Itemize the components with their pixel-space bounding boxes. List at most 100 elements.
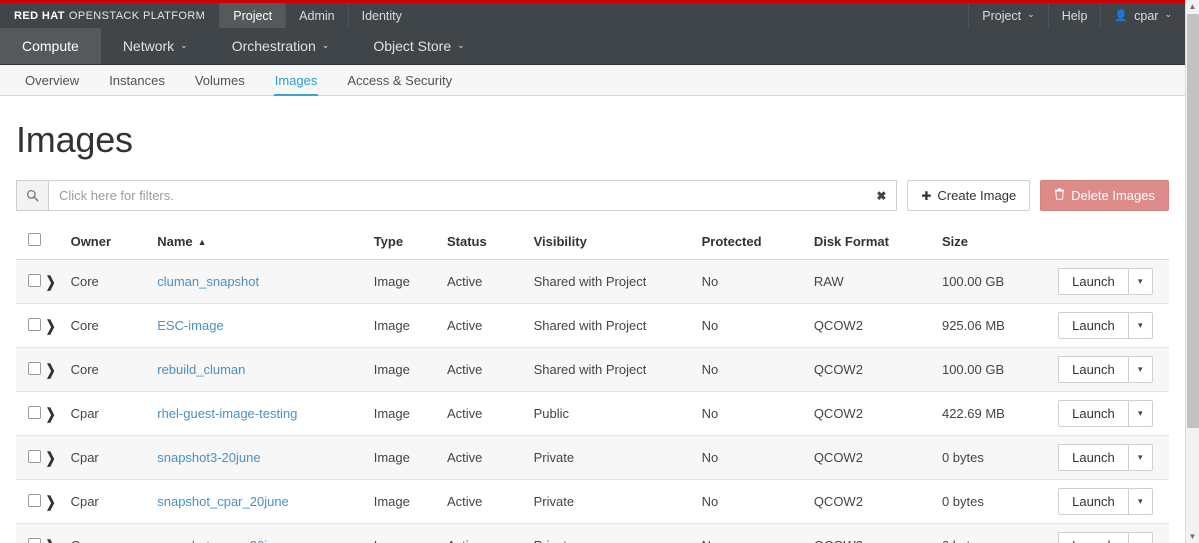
chevron-right-icon[interactable]: ❯ xyxy=(46,317,56,335)
cell-status: Active xyxy=(447,303,534,348)
help-link[interactable]: Help xyxy=(1047,3,1101,28)
column-header-owner[interactable]: Owner xyxy=(70,227,158,260)
column-header-protected[interactable]: Protected xyxy=(701,227,814,260)
nav-item-compute-label: Compute xyxy=(22,38,79,54)
nav-item-object-store[interactable]: Object Store ⌄ xyxy=(351,28,486,64)
launch-split-button[interactable]: Launch▾ xyxy=(1058,312,1153,339)
launch-dropdown-caret-icon[interactable]: ▾ xyxy=(1127,357,1152,382)
launch-button[interactable]: Launch xyxy=(1059,313,1128,338)
row-checkbox[interactable] xyxy=(28,317,41,331)
image-name-link[interactable]: rhel-guest-image-testing xyxy=(157,406,297,421)
chevron-right-icon[interactable]: ❯ xyxy=(46,361,56,379)
brand-openstack-text: OPENSTACK PLATFORM xyxy=(68,9,206,22)
topnav-item-identity[interactable]: Identity xyxy=(347,3,415,28)
subnav-item-instances[interactable]: Instances xyxy=(94,65,180,95)
row-checkbox[interactable] xyxy=(28,493,41,507)
launch-button[interactable]: Launch xyxy=(1059,269,1128,294)
nav-item-network[interactable]: Network ⌄ xyxy=(101,28,210,64)
chevron-right-icon[interactable]: ❯ xyxy=(46,405,56,423)
scroll-down-icon[interactable]: ▼ xyxy=(1186,530,1199,543)
launch-split-button[interactable]: Launch▾ xyxy=(1058,532,1153,543)
cell-name: rhel-guest-image-testing xyxy=(157,391,374,436)
launch-split-button[interactable]: Launch▾ xyxy=(1058,268,1153,295)
launch-dropdown-caret-icon[interactable]: ▾ xyxy=(1127,401,1152,426)
image-name-link[interactable]: rebuild_cluman xyxy=(157,362,245,377)
column-header-visibility[interactable]: Visibility xyxy=(533,227,702,260)
table-row[interactable]: ❯ Core cluman_snapshot Image Active Shared wi… xyxy=(16,259,1169,304)
launch-dropdown-caret-icon[interactable]: ▾ xyxy=(1127,313,1152,338)
launch-dropdown-caret-icon[interactable]: ▾ xyxy=(1127,489,1152,514)
top-bar-right-group: Project ⌄ Help 👤 cpar ⌄ xyxy=(968,3,1185,28)
create-image-button[interactable]: ✚ Create Image xyxy=(907,180,1031,211)
clear-search-icon[interactable]: ✖ xyxy=(866,181,896,210)
plus-icon: ✚ xyxy=(921,188,932,203)
launch-button[interactable]: Launch xyxy=(1059,401,1128,426)
cell-disk-format: QCOW2 xyxy=(813,479,942,524)
table-row[interactable]: ❯ Cpar rhel-guest-image-testing Image Active… xyxy=(16,391,1169,436)
chevron-right-icon[interactable]: ❯ xyxy=(46,449,56,467)
search-icon[interactable] xyxy=(17,181,49,210)
delete-images-button-label: Delete Images xyxy=(1071,188,1155,203)
chevron-right-icon[interactable]: ❯ xyxy=(46,537,56,543)
page-scrollbar[interactable]: ▲ ▼ xyxy=(1185,0,1199,543)
cell-owner: Core xyxy=(70,347,158,392)
delete-images-button[interactable]: Delete Images xyxy=(1040,180,1169,211)
chevron-right-icon[interactable]: ❯ xyxy=(46,273,56,291)
launch-dropdown-caret-icon[interactable]: ▾ xyxy=(1127,445,1152,470)
image-name-link[interactable]: snapshot_cpar_20june xyxy=(157,494,289,509)
project-selector[interactable]: Project ⌄ xyxy=(968,3,1047,28)
launch-split-button[interactable]: Launch▾ xyxy=(1058,356,1153,383)
row-checkbox[interactable] xyxy=(28,405,41,419)
launch-dropdown-caret-icon[interactable]: ▾ xyxy=(1127,533,1152,543)
launch-button[interactable]: Launch xyxy=(1059,357,1128,382)
subnav-item-images[interactable]: Images xyxy=(260,65,333,96)
column-header-status[interactable]: Status xyxy=(447,227,534,260)
search-input[interactable] xyxy=(49,181,867,210)
subnav-item-access-security[interactable]: Access & Security xyxy=(332,65,467,95)
topnav-item-admin[interactable]: Admin xyxy=(285,3,347,28)
cell-disk-format: QCOW2 xyxy=(813,523,942,543)
column-header-type[interactable]: Type xyxy=(373,227,447,260)
cell-type: Image xyxy=(373,435,447,480)
column-header-disk-format[interactable]: Disk Format xyxy=(813,227,942,260)
cell-actions: Launch▾ xyxy=(1058,435,1169,480)
image-name-link[interactable]: snapshot_cpar_20june xyxy=(157,538,289,543)
launch-button[interactable]: Launch xyxy=(1059,445,1128,470)
image-name-link[interactable]: ESC-image xyxy=(157,318,223,333)
launch-split-button[interactable]: Launch▾ xyxy=(1058,488,1153,515)
row-checkbox[interactable] xyxy=(28,273,41,287)
top-bar: RED HAT OPENSTACK PLATFORM Project Admin… xyxy=(0,3,1185,28)
user-menu[interactable]: 👤 cpar ⌄ xyxy=(1100,3,1185,28)
chevron-right-icon[interactable]: ❯ xyxy=(46,493,56,511)
table-row[interactable]: ❯ Core rebuild_cluman Image Active Shared wit… xyxy=(16,347,1169,392)
help-link-label: Help xyxy=(1061,8,1088,23)
image-name-link[interactable]: cluman_snapshot xyxy=(157,274,259,289)
subnav-item-volumes[interactable]: Volumes xyxy=(180,65,260,95)
table-row[interactable]: ❯ Cparsnapshot_cpar_20june ImageActivePriv… xyxy=(16,523,1169,543)
image-name-link[interactable]: snapshot3-20june xyxy=(157,450,260,465)
launch-button[interactable]: Launch xyxy=(1059,489,1128,514)
table-row[interactable]: ❯ Cparsnapshot_cpar_20june ImageActivePriv… xyxy=(16,479,1169,524)
cell-owner: Core xyxy=(70,303,158,348)
scrollbar-thumb[interactable] xyxy=(1187,14,1199,428)
scroll-up-icon[interactable]: ▲ xyxy=(1186,0,1199,13)
row-checkbox[interactable] xyxy=(28,449,41,463)
select-all-checkbox[interactable] xyxy=(28,233,41,246)
launch-button[interactable]: Launch xyxy=(1059,533,1128,543)
launch-split-button[interactable]: Launch▾ xyxy=(1058,444,1153,471)
launch-dropdown-caret-icon[interactable]: ▾ xyxy=(1127,269,1152,294)
cell-type: Image xyxy=(373,391,447,436)
nav-item-orchestration[interactable]: Orchestration ⌄ xyxy=(210,28,352,64)
column-header-name[interactable]: Name ▲ xyxy=(157,227,374,260)
table-row[interactable]: ❯ Core ESC-image Image Active Shared with Pro… xyxy=(16,303,1169,348)
topnav-item-project[interactable]: Project xyxy=(219,3,286,28)
nav-item-compute[interactable]: Compute xyxy=(0,28,101,64)
row-checkbox[interactable] xyxy=(28,361,41,375)
subnav-item-overview[interactable]: Overview xyxy=(10,65,94,95)
cell-size: 0 bytes xyxy=(941,479,1059,524)
column-header-size[interactable]: Size xyxy=(941,227,1059,260)
expand-header xyxy=(45,227,71,260)
launch-split-button[interactable]: Launch▾ xyxy=(1058,400,1153,427)
table-row[interactable]: ❯ Cpar snapshot3-20june Image Active Private N… xyxy=(16,435,1169,480)
row-checkbox[interactable] xyxy=(28,537,41,543)
